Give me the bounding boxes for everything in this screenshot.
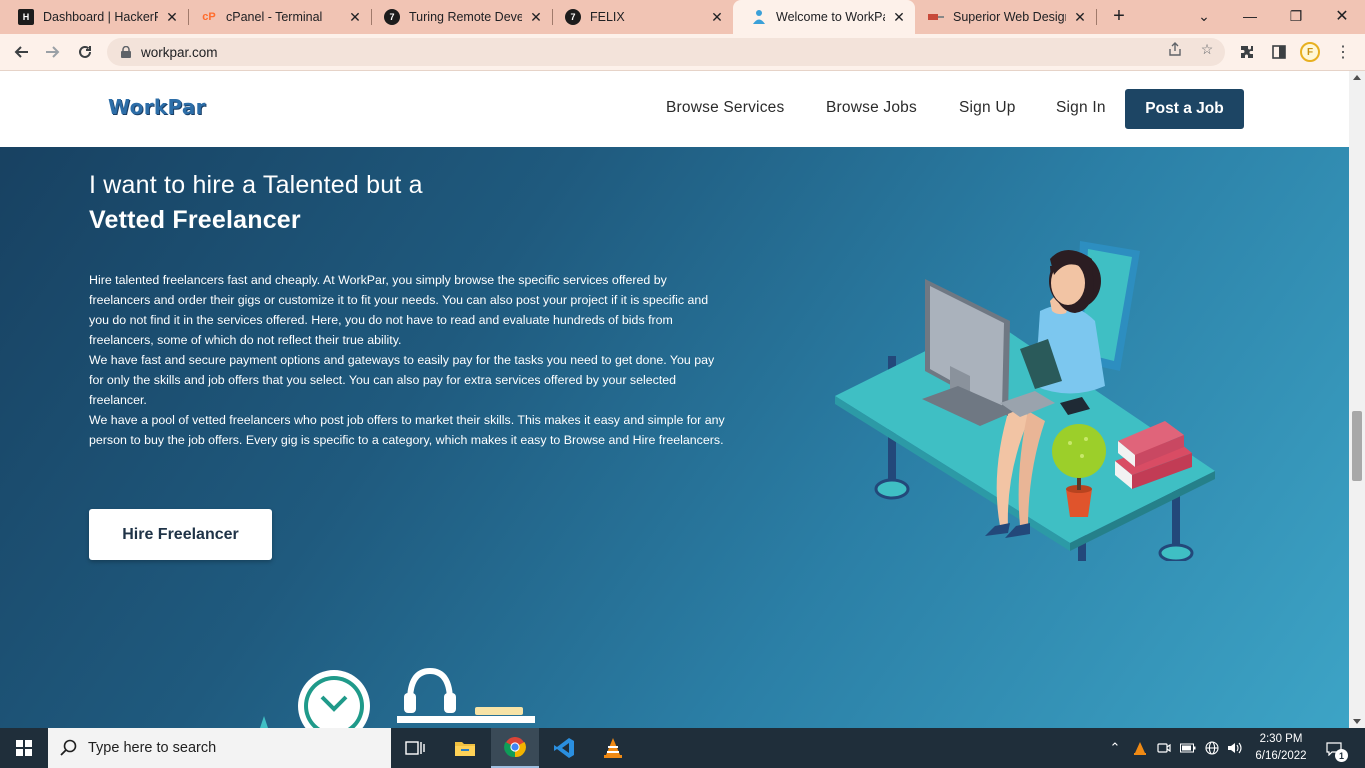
menu-kebab-icon[interactable]: ⋮: [1333, 42, 1353, 62]
tab-superior-web[interactable]: Superior Web Designe ✕: [910, 0, 1096, 34]
cpanel-icon: cP: [202, 11, 216, 23]
tab-title: Welcome to WorkPar: [776, 10, 885, 24]
system-clock[interactable]: 2:30 PM 6/16/2022: [1248, 731, 1314, 765]
notification-count-badge: 1: [1335, 749, 1348, 762]
nav-browse-services[interactable]: Browse Services: [666, 99, 784, 117]
scroll-up-icon[interactable]: [1353, 75, 1361, 80]
close-tab-icon[interactable]: ✕: [1072, 9, 1088, 25]
file-explorer-icon[interactable]: [441, 728, 489, 768]
close-window-button[interactable]: ✕: [1319, 0, 1365, 32]
windows-logo-icon: [16, 740, 32, 756]
browser-tab-strip: H Dashboard | HackerRa ✕ cP cPanel - Ter…: [0, 0, 1365, 34]
network-globe-icon[interactable]: [1202, 738, 1222, 758]
chrome-icon[interactable]: [491, 728, 539, 768]
clock-date: 6/16/2022: [1255, 750, 1307, 762]
close-tab-icon[interactable]: ✕: [347, 9, 363, 25]
tab-title: cPanel - Terminal: [226, 10, 323, 24]
freelancer-desk-illustration: [835, 241, 1215, 561]
turing-icon: 7: [565, 9, 581, 25]
url-text: workpar.com: [141, 44, 218, 60]
tab-title: FELIX: [590, 10, 625, 24]
side-panel-icon[interactable]: [1269, 42, 1289, 62]
close-tab-icon[interactable]: ✕: [891, 9, 907, 25]
hero-description: Hire talented freelancers fast and cheap…: [89, 270, 729, 450]
web-designer-icon: [928, 9, 944, 25]
reload-button[interactable]: [71, 38, 99, 66]
bottom-decoration-illustration: [260, 667, 535, 728]
show-hidden-icons-icon[interactable]: ⌃: [1105, 738, 1125, 758]
nav-sign-in[interactable]: Sign In: [1056, 99, 1106, 117]
vlc-icon[interactable]: [589, 728, 637, 768]
close-tab-icon[interactable]: ✕: [709, 9, 725, 25]
start-button[interactable]: [0, 728, 48, 768]
profile-avatar[interactable]: F: [1300, 42, 1320, 62]
clock-time: 2:30 PM: [1259, 733, 1303, 745]
bookmark-star-icon[interactable]: ☆: [1198, 40, 1216, 58]
tab-hackerrank[interactable]: H Dashboard | HackerRa ✕: [0, 0, 188, 34]
tab-turing[interactable]: 7 Turing Remote Develo ✕: [366, 0, 552, 34]
tab-cpanel[interactable]: cP cPanel - Terminal ✕: [183, 0, 371, 34]
vscode-icon[interactable]: [540, 728, 588, 768]
tab-title: Superior Web Designe: [953, 10, 1066, 24]
search-placeholder: Type here to search: [88, 740, 217, 756]
hero-title-line1: I want to hire a Talented but a: [89, 171, 423, 199]
address-bar[interactable]: workpar.com: [107, 38, 1225, 66]
vlc-tray-icon[interactable]: [1130, 738, 1150, 758]
tab-workpar[interactable]: Welcome to WorkPar ✕: [733, 0, 915, 34]
extensions-icon[interactable]: [1237, 42, 1257, 62]
meet-now-icon[interactable]: [1154, 738, 1174, 758]
tab-felix[interactable]: 7 FELIX ✕: [547, 0, 733, 34]
hackerrank-icon: H: [18, 9, 34, 25]
scrollbar-thumb[interactable]: [1352, 411, 1362, 481]
volume-icon[interactable]: [1225, 738, 1245, 758]
hero-paragraph: We have fast and secure payment options …: [89, 353, 715, 407]
turing-icon: 7: [384, 9, 400, 25]
minimize-button[interactable]: —: [1227, 0, 1273, 32]
back-button[interactable]: [7, 38, 35, 66]
tab-title: Turing Remote Develo: [409, 10, 522, 24]
page-viewport: WorkPar Browse Services Browse Jobs Sign…: [0, 71, 1349, 728]
tab-divider: [1096, 9, 1097, 25]
post-job-button[interactable]: Post a Job: [1125, 89, 1244, 129]
share-icon[interactable]: [1166, 40, 1184, 58]
forward-button[interactable]: [39, 38, 67, 66]
restore-button[interactable]: ❐: [1273, 0, 1319, 32]
hero-title-line2: Vetted Freelancer: [89, 206, 301, 234]
scroll-down-icon[interactable]: [1353, 719, 1361, 724]
new-tab-button[interactable]: +: [1108, 5, 1130, 27]
task-view-icon[interactable]: [391, 728, 439, 768]
nav-browse-jobs[interactable]: Browse Jobs: [826, 99, 917, 117]
lock-icon[interactable]: [119, 45, 133, 59]
tab-search-icon[interactable]: ⌄: [1181, 0, 1227, 32]
notification-center-button[interactable]: 1: [1322, 738, 1348, 762]
search-icon: [60, 739, 77, 756]
battery-icon[interactable]: [1178, 738, 1198, 758]
site-logo[interactable]: WorkPar: [108, 95, 206, 119]
site-header: WorkPar Browse Services Browse Jobs Sign…: [0, 71, 1349, 147]
close-tab-icon[interactable]: ✕: [528, 9, 544, 25]
hire-freelancer-button[interactable]: Hire Freelancer: [89, 509, 272, 560]
nav-sign-up[interactable]: Sign Up: [959, 99, 1016, 117]
taskbar-search-box[interactable]: Type here to search: [48, 728, 391, 768]
close-tab-icon[interactable]: ✕: [164, 9, 180, 25]
page-scrollbar[interactable]: [1349, 71, 1365, 728]
hero-paragraph: Hire talented freelancers fast and cheap…: [89, 273, 709, 347]
hero-paragraph: We have a pool of vetted freelancers who…: [89, 413, 725, 447]
tab-title: Dashboard | HackerRa: [43, 10, 158, 24]
workpar-icon: [751, 9, 767, 25]
windows-taskbar: Type here to search ⌃ 2:30 PM 6/16/2022 …: [0, 728, 1365, 768]
browser-toolbar: workpar.com ☆ F ⋮: [0, 34, 1365, 71]
